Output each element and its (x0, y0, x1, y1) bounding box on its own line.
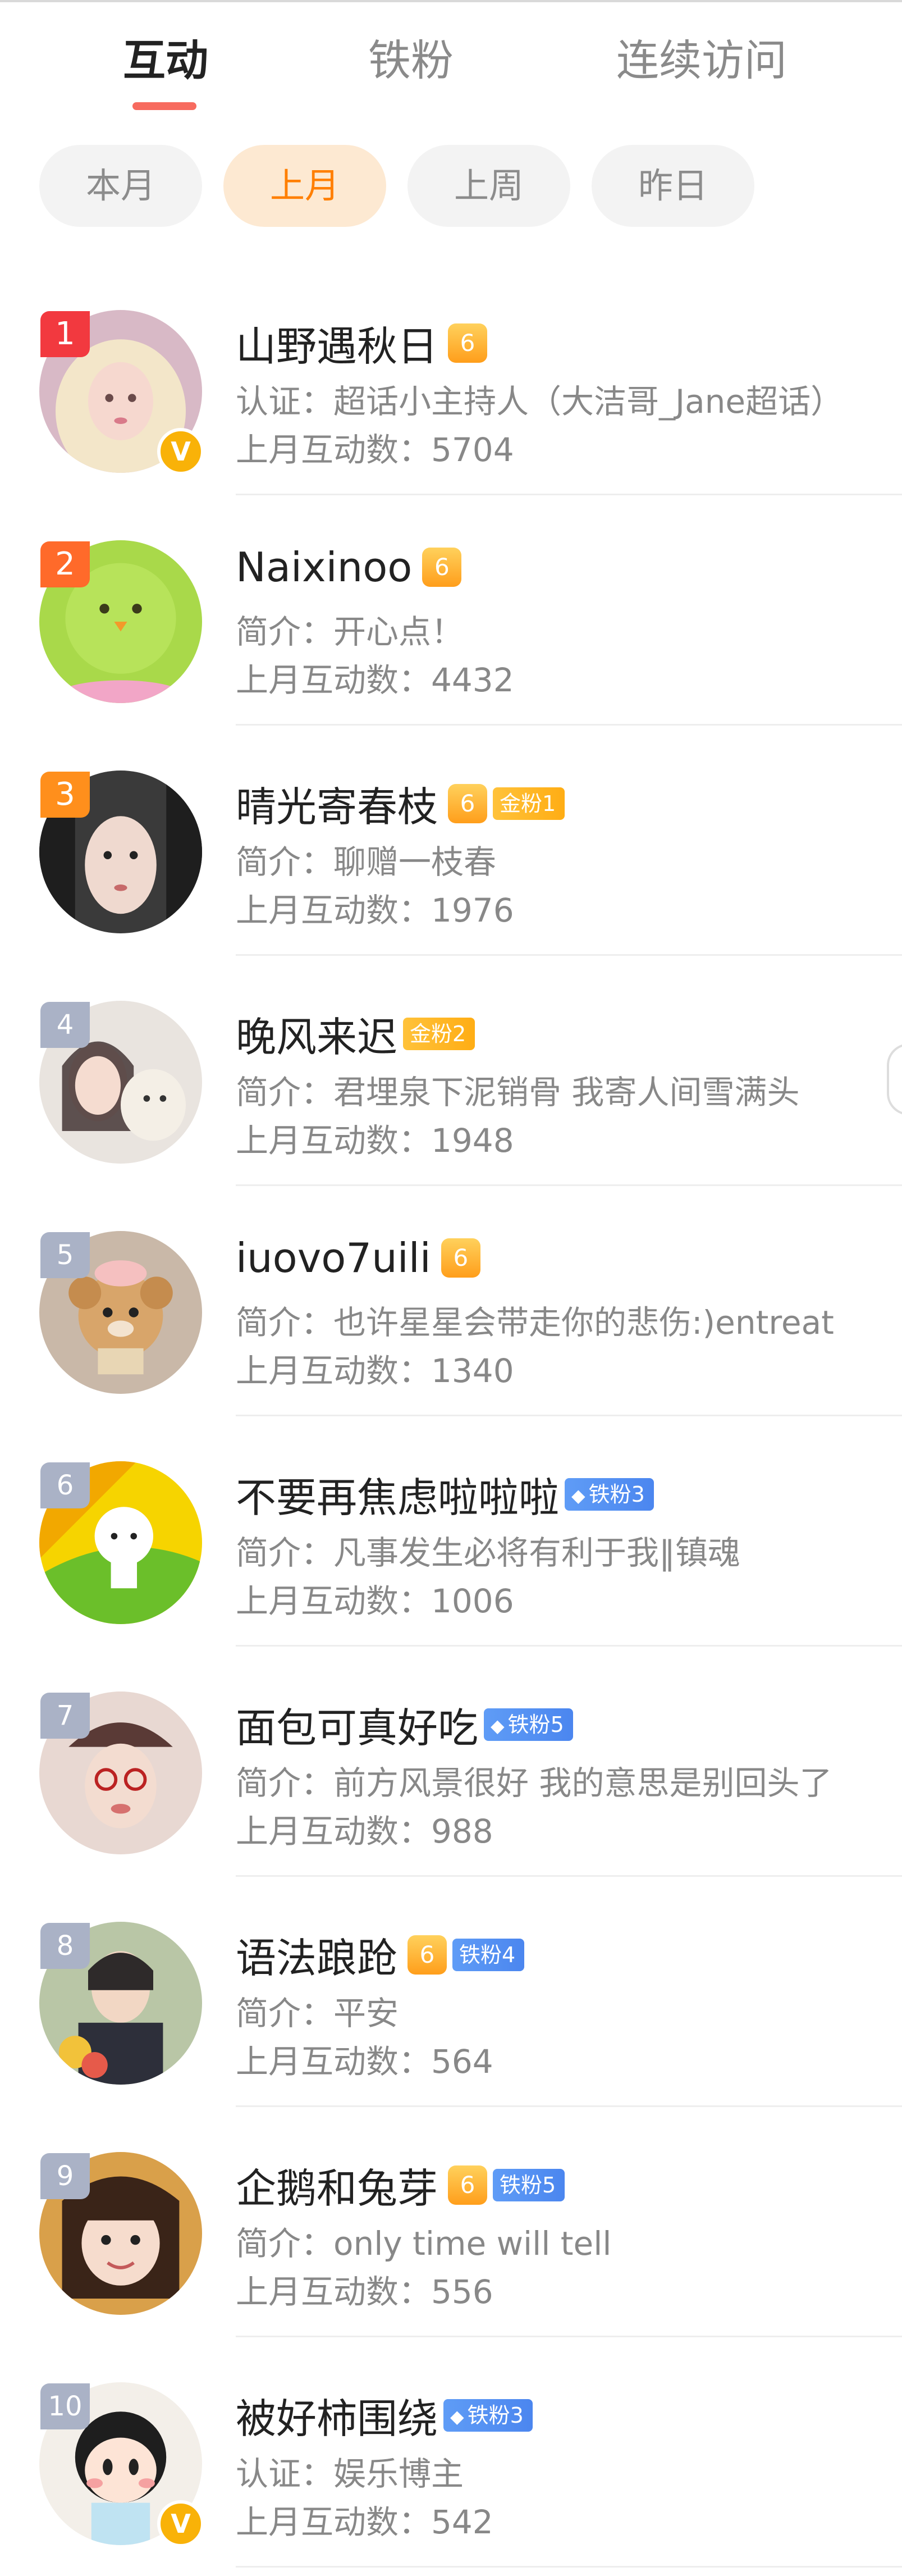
period-filter: 本月 上月 上周 昨日 (0, 145, 902, 229)
interaction-count: 上月互动数：988 (236, 1812, 493, 1850)
user-name[interactable]: 不要再焦虑啦啦啦 (236, 1474, 559, 1521)
active-tab-indicator (132, 102, 196, 110)
rank-badge: 6 (40, 1462, 90, 1508)
rank-badge: 10 (40, 2383, 90, 2429)
interaction-count: 上月互动数：1340 (236, 1352, 514, 1390)
user-description: 简介：凡事发生必将有利于我‖镇魂 (236, 1534, 741, 1572)
iron-fan-badge: 铁粉4 (452, 1938, 525, 1971)
rank-badge: 5 (40, 1232, 90, 1278)
verified-badge-icon: V (157, 2500, 204, 2547)
list-item[interactable]: 7 面包可真好吃 ◆ 铁粉5 简介：前方风景很好 我的意思是别回头了 上月互动数：9… (0, 1647, 902, 1877)
user-name[interactable]: 企鹅和兔芽 (236, 2165, 438, 2212)
period-yesterday[interactable]: 昨日 (592, 145, 754, 227)
rank-badge: 7 (40, 1693, 90, 1739)
name-line: 面包可真好吃 ◆ 铁粉5 (236, 1695, 573, 1752)
list-item[interactable]: 6 不要再焦虑啦啦啦 ◆ 铁粉3 简介：凡事发生必将有利于我‖镇魂 上月互动数：10… (0, 1416, 902, 1647)
period-this-month[interactable]: 本月 (39, 145, 202, 227)
tab-bar: 互动 铁粉 连续访问 (0, 0, 902, 124)
list-item[interactable]: 8 语法踉跄 6 铁粉4 简介：平安 上月互动数：564 (0, 1877, 902, 2107)
interaction-count: 上月互动数：1976 (236, 891, 514, 929)
tab-interaction[interactable]: 互动 (112, 33, 219, 89)
tab-iron-fans[interactable]: 铁粉 (355, 33, 467, 89)
user-description: 简介：君埋泉下泥销骨 我寄人间雪满头 (236, 1073, 800, 1111)
user-name[interactable]: 被好柿围绕 (236, 2395, 438, 2442)
user-description: 简介：开心点！ (236, 613, 464, 651)
interaction-count: 上月互动数：5704 (236, 431, 514, 469)
name-line: iuovo7uili 6 (236, 1234, 480, 1291)
name-line: 被好柿围绕 ◆ 铁粉3 (236, 2386, 533, 2442)
interaction-count: 上月互动数：1948 (236, 1121, 514, 1160)
list-item[interactable]: 3 晴光寄春枝 6 金粉1 简介：聊赠一枝春 上月互动数：1976 (0, 726, 902, 956)
user-description: 简介：聊赠一枝春 (236, 843, 497, 881)
user-description: 简介：only time will tell (236, 2224, 612, 2263)
list-item[interactable]: V 10 被好柿围绕 ◆ 铁粉3 认证：娱乐博主 上月互动数：542 (0, 2337, 902, 2568)
name-line: 晚风来迟 金粉2 (236, 1004, 475, 1061)
user-name[interactable]: 面包可真好吃 (236, 1704, 478, 1752)
user-name[interactable]: 山野遇秋日 (236, 323, 438, 370)
verified-badge-icon: V (157, 428, 204, 475)
gold-fan-badge: 金粉2 (403, 1017, 475, 1050)
user-name[interactable]: iuovo7uili (236, 1234, 431, 1282)
crown-level-icon: 6 (441, 1238, 480, 1278)
list-item[interactable]: V 1 山野遇秋日 6 认证：超话小主持人（大洁哥_Jane超话） 上月互动数：5… (0, 265, 902, 495)
list-item[interactable]: 5 iuovo7uili 6 简介：也许星星会带走你的悲伤:)entreat 上月… (0, 1186, 902, 1416)
user-description: 认证：娱乐博主 (236, 2455, 464, 2493)
rank-badge: 1 (40, 311, 90, 357)
crown-level-icon: 6 (448, 323, 488, 363)
list-item[interactable]: 2 Naixinoo 6 简介：开心点！ 上月互动数：4432 (0, 495, 902, 726)
user-name[interactable]: 晚风来迟 (236, 1014, 397, 1061)
user-description: 简介：也许星星会带走你的悲伤:)entreat (236, 1303, 834, 1342)
name-line: Naixinoo 6 (236, 544, 462, 600)
iron-fan-badge: ◆ 铁粉3 (565, 1478, 654, 1511)
interaction-count: 上月互动数：556 (236, 2273, 493, 2311)
diamond-icon: ◆ (450, 2405, 464, 2427)
user-name[interactable]: 语法踉跄 (236, 1935, 397, 1982)
rank-badge: 9 (40, 2153, 90, 2199)
interaction-count: 上月互动数：1006 (236, 1582, 514, 1620)
diamond-icon: ◆ (571, 1484, 585, 1506)
tab-consecutive-visits[interactable]: 连续访问 (606, 33, 797, 89)
user-description: 认证：超话小主持人（大洁哥_Jane超话） (236, 382, 844, 421)
name-line: 不要再焦虑啦啦啦 ◆ 铁粉3 (236, 1465, 654, 1521)
rank-badge: 3 (40, 772, 90, 818)
user-name[interactable]: Naixinoo (236, 544, 412, 591)
iron-fan-badge: ◆ 铁粉5 (484, 1708, 573, 1741)
list-item[interactable]: 4 晚风来迟 金粉2 简介：君埋泉下泥销骨 我寄人间雪满头 上月互动数：1948 (0, 956, 902, 1186)
iron-fan-badge: ◆ 铁粉3 (443, 2399, 533, 2432)
rank-badge: 2 (40, 541, 90, 587)
diamond-icon: ◆ (491, 1715, 505, 1736)
iron-fan-badge: 铁粉5 (493, 2168, 565, 2201)
rank-badge: 8 (40, 1923, 90, 1969)
user-description: 简介：平安 (236, 1994, 399, 2032)
crown-level-icon: 6 (407, 1935, 447, 1975)
rank-badge: 4 (40, 1002, 90, 1048)
name-line: 企鹅和兔芽 6 铁粉5 (236, 2155, 565, 2212)
name-line: 语法踉跄 6 铁粉4 (236, 1925, 525, 1982)
period-last-week[interactable]: 上周 (407, 145, 570, 227)
list-item[interactable]: 9 企鹅和兔芽 6 铁粉5 简介：only time will tell 上月互动数… (0, 2107, 902, 2337)
interaction-count: 上月互动数：542 (236, 2503, 493, 2541)
interaction-count: 上月互动数：4432 (236, 661, 514, 699)
crown-level-icon: 6 (448, 783, 488, 823)
user-description: 简介：前方风景很好 我的意思是别回头了 (236, 1764, 832, 1802)
name-line: 晴光寄春枝 6 金粉1 (236, 774, 565, 831)
gold-fan-badge: 金粉1 (493, 787, 565, 820)
user-name[interactable]: 晴光寄春枝 (236, 783, 438, 831)
interaction-count: 上月互动数：564 (236, 2042, 493, 2081)
period-last-month[interactable]: 上月 (223, 145, 386, 227)
crown-level-icon: 6 (448, 2165, 488, 2205)
name-line: 山野遇秋日 6 (236, 313, 488, 370)
row-divider (236, 2566, 902, 2568)
crown-level-icon: 6 (422, 548, 462, 587)
